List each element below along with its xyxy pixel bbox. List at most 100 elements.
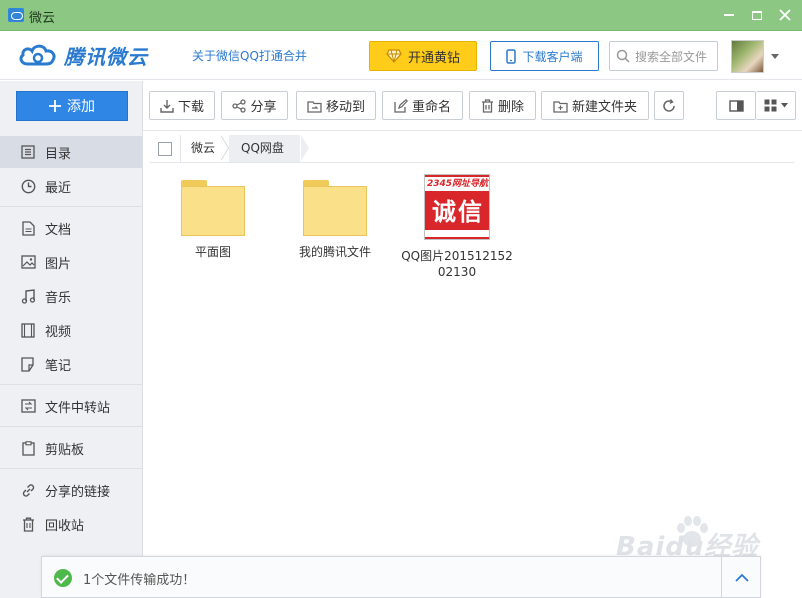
breadcrumb-separator [220, 135, 228, 161]
search-icon [616, 49, 630, 63]
delete-button[interactable]: 删除 [469, 91, 536, 120]
download-client-button[interactable]: 下载客户端 [490, 41, 599, 71]
sidebar-item-video[interactable]: 视频 [0, 314, 142, 346]
sidebar-item-label: 文件中转站 [45, 400, 111, 416]
share-button[interactable]: 分享 [221, 91, 288, 120]
sidebar-item-recycle-bin[interactable]: 回收站 [0, 508, 142, 540]
download-button[interactable]: 下载 [149, 91, 215, 120]
sidebar-divider [0, 468, 142, 469]
search-input[interactable]: 搜索全部文件 [609, 41, 718, 71]
breadcrumb-end [301, 135, 309, 161]
new-folder-button[interactable]: 新建文件夹 [541, 91, 649, 120]
trash-icon [20, 516, 36, 532]
folder-icon [181, 180, 245, 236]
download-client-label: 下载客户端 [522, 49, 583, 64]
transfer-notification: 1个文件传输成功！ [41, 556, 761, 598]
sidebar-item-recent[interactable]: 最近 [0, 170, 142, 202]
sidebar-item-directory[interactable]: 目录 [0, 136, 142, 168]
file-item-folder[interactable]: 我的腾讯文件 [275, 174, 395, 260]
select-all-checkbox[interactable] [158, 142, 172, 156]
sidebar-item-label: 笔记 [45, 358, 72, 374]
file-item-folder[interactable]: 平面图 [153, 174, 273, 260]
sidebar-item-label: 剪贴板 [45, 442, 85, 458]
video-icon [20, 322, 36, 338]
maximize-button[interactable] [746, 4, 768, 26]
grid-view-icon [764, 99, 776, 112]
new-folder-label: 新建文件夹 [571, 100, 637, 115]
pane-icon [728, 99, 744, 112]
chevron-down-icon[interactable] [771, 54, 779, 59]
notification-text: 1个文件传输成功！ [83, 573, 196, 588]
file-name: QQ图片20151215202130 [401, 249, 513, 279]
title-bar: 微云 [0, 0, 802, 31]
preview-pane-button[interactable] [716, 91, 756, 120]
wechat-qq-merge-link[interactable]: 关于微信QQ打通合并 [192, 47, 307, 64]
avatar[interactable] [731, 40, 764, 73]
breadcrumb-root[interactable]: 微云 [181, 135, 221, 162]
breadcrumb-current[interactable]: QQ网盘 [229, 135, 300, 162]
file-item-image[interactable]: 2345网址导航 诚信 QQ图片20151215202130 [397, 174, 517, 280]
sidebar-item-music[interactable]: 音乐 [0, 280, 142, 312]
sidebar: 添加 目录 最近 文档 图片 音乐 视频 笔记 文件中转站 剪贴板 分享的链接 … [0, 81, 143, 598]
open-vip-label: 开通黄钻 [407, 50, 460, 66]
thumbnail-banner-text: 2345网址导航 [425, 177, 489, 191]
sidebar-item-images[interactable]: 图片 [0, 246, 142, 278]
rename-button[interactable]: 重命名 [382, 91, 463, 120]
close-button[interactable] [774, 4, 796, 26]
add-button-label: 添加 [67, 99, 95, 115]
sidebar-item-documents[interactable]: 文档 [0, 212, 142, 244]
refresh-icon [663, 98, 675, 112]
success-check-icon [54, 569, 72, 587]
sidebar-item-label: 分享的链接 [45, 484, 111, 500]
move-to-button[interactable]: 移动到 [296, 91, 376, 120]
breadcrumb-root-label: 微云 [191, 141, 216, 155]
transfer-icon [20, 398, 36, 414]
logo-text: 腾讯微云 [64, 44, 148, 69]
sidebar-divider [0, 426, 142, 427]
thumbnail-big-text: 诚信 [432, 198, 484, 226]
download-label: 下载 [177, 100, 204, 115]
phone-icon [506, 48, 517, 64]
expand-notification-button[interactable] [722, 557, 761, 597]
search-placeholder: 搜索全部文件 [635, 49, 708, 64]
add-button[interactable]: 添加 [16, 91, 128, 121]
clipboard-icon [20, 440, 36, 456]
sidebar-item-label: 视频 [45, 324, 72, 340]
music-icon [20, 288, 36, 304]
refresh-button[interactable] [654, 91, 684, 120]
view-mode-button[interactable] [756, 91, 796, 120]
minimize-button[interactable] [718, 4, 740, 26]
sidebar-divider [0, 384, 142, 385]
move-to-label: 移动到 [325, 100, 365, 115]
move-icon [307, 100, 322, 113]
breadcrumb-current-label: QQ网盘 [241, 141, 284, 155]
sidebar-divider [0, 206, 142, 207]
sidebar-item-transfer[interactable]: 文件中转站 [0, 390, 142, 422]
link-icon [20, 482, 36, 498]
sidebar-item-label: 目录 [45, 146, 72, 162]
image-thumbnail: 2345网址导航 诚信 [424, 174, 490, 240]
breadcrumb: 微云 QQ网盘 [150, 135, 794, 163]
window-title: 微云 [29, 11, 56, 26]
close-icon [779, 9, 791, 21]
paw-icon [677, 516, 708, 547]
sidebar-item-label: 回收站 [45, 518, 85, 534]
sidebar-item-label: 音乐 [45, 290, 72, 306]
rename-label: 重命名 [411, 100, 451, 115]
sidebar-item-shared-links[interactable]: 分享的链接 [0, 474, 142, 506]
chevron-down-icon [780, 103, 788, 108]
chevron-up-icon [734, 573, 749, 582]
document-icon [20, 220, 36, 236]
sidebar-item-label: 图片 [45, 256, 72, 272]
sidebar-item-notes[interactable]: 笔记 [0, 348, 142, 380]
open-vip-button[interactable]: 开通黄钻 [369, 41, 477, 71]
folder-icon [303, 180, 367, 236]
sidebar-item-label: 文档 [45, 222, 72, 238]
diamond-icon [386, 49, 402, 63]
plus-icon [49, 100, 61, 112]
weiyun-app-icon [8, 8, 24, 22]
sidebar-item-clipboard[interactable]: 剪贴板 [0, 432, 142, 464]
toolbar: 下载 分享 移动到 重命名 删除 新建文件夹 [143, 81, 802, 131]
share-icon [232, 98, 247, 113]
share-label: 分享 [250, 100, 277, 115]
